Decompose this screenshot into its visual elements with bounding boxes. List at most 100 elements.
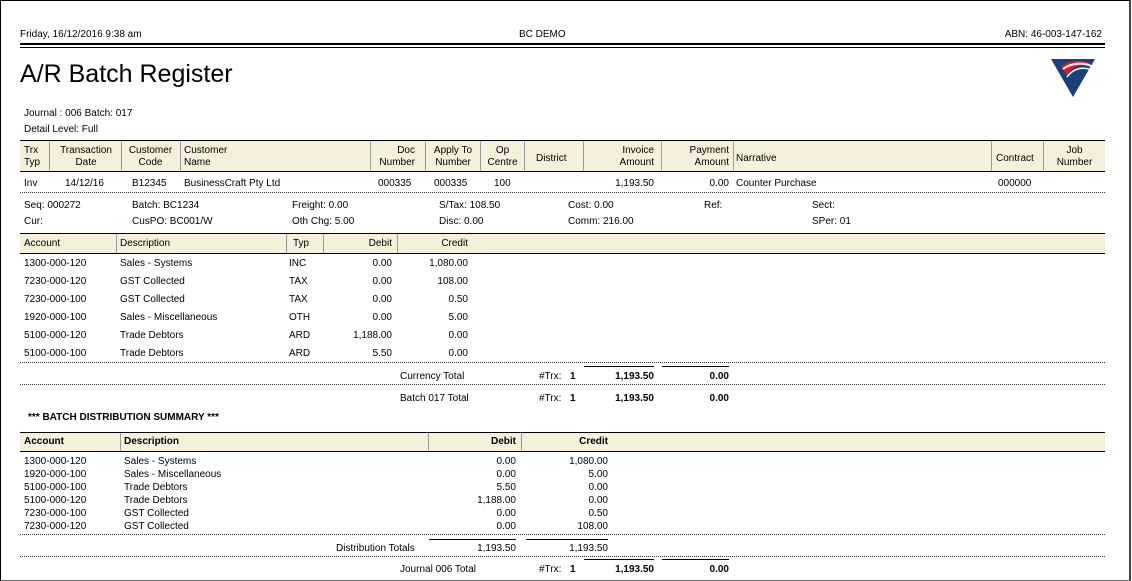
journal-trx-count: 1 (570, 564, 576, 575)
gl-row-debit: 1,188.00 (353, 330, 392, 341)
txn-apply-to: 000335 (434, 178, 468, 189)
company-logo-icon (1051, 59, 1095, 97)
gl-row-account: 7230-000-100 (24, 294, 87, 305)
col-trx-typ: Trx Typ (24, 145, 41, 168)
gl-row-debit: 0.00 (372, 258, 392, 269)
gl-separator (20, 362, 1105, 363)
summary-row-account: 5100-000-120 (24, 495, 87, 506)
txn-code: B12345 (132, 178, 167, 189)
currency-total-label: Currency Total (400, 371, 465, 382)
col-job-number: Job Number (1056, 145, 1093, 168)
summary-row-account: 5100-000-100 (24, 482, 87, 493)
txn-invoice: 1,193.50 (615, 178, 654, 189)
report-page: Friday, 16/12/2016 9:38 am BC DEMO ABN: … (0, 0, 1131, 581)
summary-row-debit: 1,188.00 (477, 495, 516, 506)
currency-trx-label: #Trx: (539, 371, 562, 382)
batch-trx-label: #Trx: (539, 393, 562, 404)
summary-title: *** BATCH DISTRIBUTION SUMMARY *** (28, 412, 219, 423)
detail-cost: Cost: 0.00 (568, 200, 614, 211)
summary-row-description: Sales - Systems (124, 456, 197, 467)
gl-row-description: Sales - Systems (120, 258, 193, 269)
txn-payment: 0.00 (709, 178, 729, 189)
summary-row-debit: 0.00 (496, 521, 516, 532)
summary-row-account: 1300-000-120 (24, 456, 87, 467)
currency-trx-count: 1 (570, 371, 576, 382)
header-rule (20, 43, 1105, 45)
gl-row-debit: 0.00 (372, 312, 392, 323)
batch-total-payment: 0.00 (709, 393, 729, 404)
company-name: BC DEMO (519, 29, 566, 40)
col-payment-amount: Payment Amount (689, 145, 729, 168)
gl-header-band (20, 233, 1105, 254)
total-rule (662, 559, 729, 560)
col-divider (180, 141, 181, 171)
summary-row-debit: 0.00 (496, 469, 516, 480)
distribution-total-debit: 1,193.50 (477, 543, 516, 554)
summary-col-description: Description (124, 436, 180, 447)
summary-row-account: 7230-000-120 (24, 521, 87, 532)
txn-narrative: Counter Purchase (736, 178, 817, 189)
total-rule (584, 559, 654, 560)
total-rule (584, 366, 654, 367)
journal-total-label: Journal 006 Total (400, 564, 476, 575)
summary-row-credit: 5.00 (588, 469, 608, 480)
col-transaction-date: Transaction Date (60, 145, 112, 168)
gl-row-credit: 5.00 (448, 312, 468, 323)
col-narrative: Narrative (736, 153, 777, 164)
gl-row-debit: 5.50 (372, 348, 392, 359)
summary-row-credit: 0.00 (588, 482, 608, 493)
summary-col-account: Account (24, 436, 64, 447)
gl-row-credit: 1,080.00 (429, 258, 468, 269)
col-customer-code: Customer Code (128, 145, 173, 168)
gl-row-account: 1300-000-120 (24, 258, 87, 269)
summary-row-description: GST Collected (124, 508, 189, 519)
txn-doc: 000335 (378, 178, 412, 189)
gl-row-description: Trade Debtors (120, 348, 184, 359)
detail-freight: Freight: 0.00 (292, 200, 349, 211)
gl-row-account: 5100-000-100 (24, 348, 87, 359)
summary-row-debit: 5.50 (496, 482, 516, 493)
abn: ABN: 46-003-147-162 (1004, 29, 1102, 40)
distribution-total-credit: 1,193.50 (569, 543, 608, 554)
summary-row-description: Sales - Miscellaneous (124, 469, 222, 480)
summary-row-credit: 108.00 (577, 521, 608, 532)
total-separator (20, 384, 1105, 385)
gl-row-account: 7230-000-120 (24, 276, 87, 287)
gl-row-typ: TAX (289, 276, 308, 287)
journal-total-invoice: 1,193.50 (615, 564, 654, 575)
gl-col-credit: Credit (441, 238, 468, 249)
gl-row-description: Sales - Miscellaneous (120, 312, 218, 323)
summary-col-debit: Debit (491, 436, 516, 447)
journal-batch: Journal : 006 Batch: 017 (24, 108, 133, 119)
col-divider (49, 141, 50, 171)
gl-row-typ: TAX (289, 294, 308, 305)
detail-othchg: Oth Chg: 5.00 (292, 216, 355, 227)
gl-row-description: GST Collected (120, 276, 185, 287)
txn-contract: 000000 (998, 178, 1032, 189)
summary-row-credit: 0.00 (588, 495, 608, 506)
detail-seq: Seq: 000272 (24, 200, 81, 211)
journal-total-payment: 0.00 (709, 564, 729, 575)
detail-comm: Comm: 216.00 (568, 216, 634, 227)
col-apply-to: Apply To Number (433, 145, 473, 168)
col-district: District (536, 153, 567, 164)
col-divider (120, 433, 121, 451)
gl-row-debit: 0.00 (372, 276, 392, 287)
col-doc-number: Doc Number (379, 145, 415, 168)
detail-cuspo: CusPO: BC001/W (132, 216, 213, 227)
distribution-totals-label: Distribution Totals (336, 543, 415, 554)
summary-row-debit: 0.00 (496, 456, 516, 467)
summary-separator (20, 534, 1105, 535)
detail-cur: Cur: (24, 216, 43, 227)
txn-date: 14/12/16 (65, 178, 104, 189)
detail-sper: SPer: 01 (812, 216, 851, 227)
journal-trx-label: #Trx: (539, 564, 562, 575)
summary-col-credit: Credit (579, 436, 608, 447)
currency-total-invoice: 1,193.50 (615, 371, 654, 382)
detail-batch: Batch: BC1234 (132, 200, 200, 211)
summary-row-description: GST Collected (124, 521, 189, 532)
gl-row-credit: 108.00 (437, 276, 468, 287)
txn-op-centre: 100 (494, 178, 511, 189)
summary-row-credit: 0.50 (588, 508, 608, 519)
batch-total-invoice: 1,193.50 (615, 393, 654, 404)
